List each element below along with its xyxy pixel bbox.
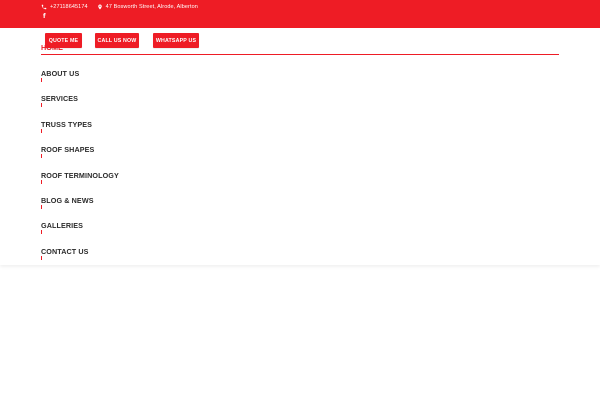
nav-item-galleries[interactable]: GALLERIES — [41, 221, 84, 234]
nav-item-truss-types[interactable]: TRUSS TYPES — [41, 120, 93, 133]
nav-item-label: ROOF SHAPES — [41, 145, 95, 154]
nav-item-roof-terminology[interactable]: ROOF TERMINOLOGY — [41, 171, 119, 184]
nav-item-about-us[interactable]: ABOUT US — [41, 69, 80, 82]
contact-row: +27118645174 47 Bosworth Street, Alrode,… — [41, 2, 207, 12]
nav-item-contact-us[interactable]: CONTACT US — [41, 247, 89, 260]
nav-item-label: BLOG & NEWS — [41, 196, 94, 205]
nav-item-label: TRUSS TYPES — [41, 120, 93, 129]
nav-marker — [41, 180, 42, 184]
address-text: 47 Bosworth Street, Alrode, Alberton — [105, 4, 198, 10]
whatsapp-us-button[interactable]: WHATSAPP US — [153, 33, 199, 48]
nav-item-roof-shapes[interactable]: ROOF SHAPES — [41, 145, 95, 158]
phone-link[interactable]: +27118645174 — [41, 4, 88, 10]
top-bar: +27118645174 47 Bosworth Street, Alrode,… — [0, 0, 600, 28]
nav-item-blog-news[interactable]: BLOG & NEWS — [41, 196, 94, 209]
map-marker-icon — [97, 4, 102, 10]
nav-item-label: SERVICES — [41, 94, 79, 103]
address-item: 47 Bosworth Street, Alrode, Alberton — [97, 4, 198, 10]
nav-marker — [41, 230, 42, 234]
phone-icon — [41, 4, 47, 10]
facebook-icon[interactable]: f — [43, 13, 46, 20]
nav-item-label: GALLERIES — [41, 221, 84, 230]
call-us-now-button[interactable]: CALL US NOW — [95, 33, 139, 48]
nav-item-label: ABOUT US — [41, 69, 80, 78]
phone-number: +27118645174 — [50, 4, 88, 10]
nav-divider — [41, 54, 559, 56]
nav-item-services[interactable]: SERVICES — [41, 94, 79, 107]
nav-item-label: ROOF TERMINOLOGY — [41, 171, 119, 180]
nav-marker — [41, 78, 42, 82]
nav-marker — [41, 205, 42, 209]
nav-marker — [41, 154, 42, 158]
main-navigation: HOME ABOUT US SERVICES TRUSS TYPES ROOF … — [0, 28, 600, 265]
nav-marker — [41, 103, 42, 107]
nav-marker — [41, 129, 42, 133]
nav-item-label: CONTACT US — [41, 247, 89, 256]
nav-marker — [41, 256, 42, 260]
quote-me-button[interactable]: QUOTE ME — [45, 33, 82, 48]
